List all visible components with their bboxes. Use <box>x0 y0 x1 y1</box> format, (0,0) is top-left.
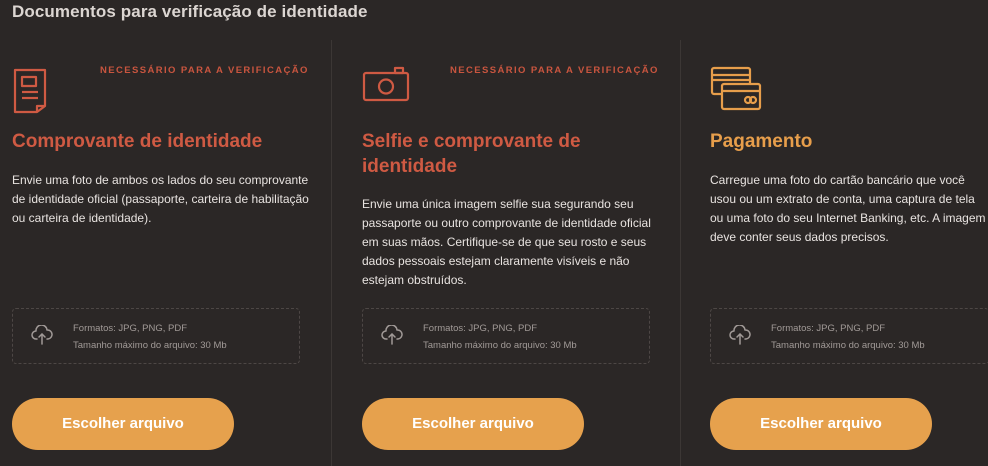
card-title: Selfie e comprovante de identidade <box>362 131 581 177</box>
file-formats: Formatos: JPG, PNG, PDF <box>771 323 886 334</box>
card-payment: Pagamento Carregue uma foto do cartão ba… <box>680 40 988 466</box>
card-selfie: NECESSÁRIO PARA A VERIFICAÇÃO Selfie e c… <box>331 40 680 466</box>
credit-card-icon <box>710 66 762 117</box>
card-description: Envie uma única imagem selfie sua segura… <box>362 197 651 287</box>
file-max-size: Tamanho máximo do arquivo: 30 Mb <box>771 340 925 351</box>
file-dropzone[interactable]: Formatos: JPG, PNG, PDF Tamanho máximo d… <box>362 308 650 364</box>
document-icon <box>12 66 48 119</box>
cloud-upload-icon <box>729 324 751 350</box>
required-badge: NECESSÁRIO PARA A VERIFICAÇÃO <box>450 65 659 76</box>
card-title: Pagamento <box>710 131 813 152</box>
page-title: Documentos para verificação de identidad… <box>12 2 368 21</box>
file-max-size: Tamanho máximo do arquivo: 30 Mb <box>423 340 577 351</box>
file-max-size: Tamanho máximo do arquivo: 30 Mb <box>73 340 227 351</box>
file-dropzone[interactable]: Formatos: JPG, PNG, PDF Tamanho máximo d… <box>12 308 300 364</box>
cloud-upload-icon <box>31 324 53 350</box>
choose-file-button[interactable]: Escolher arquivo <box>12 398 234 450</box>
card-title: Comprovante de identidade <box>12 131 263 152</box>
required-badge: NECESSÁRIO PARA A VERIFICAÇÃO <box>100 65 309 76</box>
choose-file-button[interactable]: Escolher arquivo <box>710 398 932 450</box>
camera-icon <box>362 66 410 107</box>
file-formats: Formatos: JPG, PNG, PDF <box>423 323 538 334</box>
choose-file-button[interactable]: Escolher arquivo <box>362 398 584 450</box>
card-description: Envie uma foto de ambos os lados do seu … <box>12 173 309 225</box>
cloud-upload-icon <box>381 324 403 350</box>
document-cards: NECESSÁRIO PARA A VERIFICAÇÃO Comprovant… <box>0 40 988 466</box>
file-formats: Formatos: JPG, PNG, PDF <box>73 323 188 334</box>
card-identity: NECESSÁRIO PARA A VERIFICAÇÃO Comprovant… <box>0 40 331 466</box>
card-description: Carregue uma foto do cartão bancário que… <box>710 173 986 244</box>
file-dropzone[interactable]: Formatos: JPG, PNG, PDF Tamanho máximo d… <box>710 308 988 364</box>
